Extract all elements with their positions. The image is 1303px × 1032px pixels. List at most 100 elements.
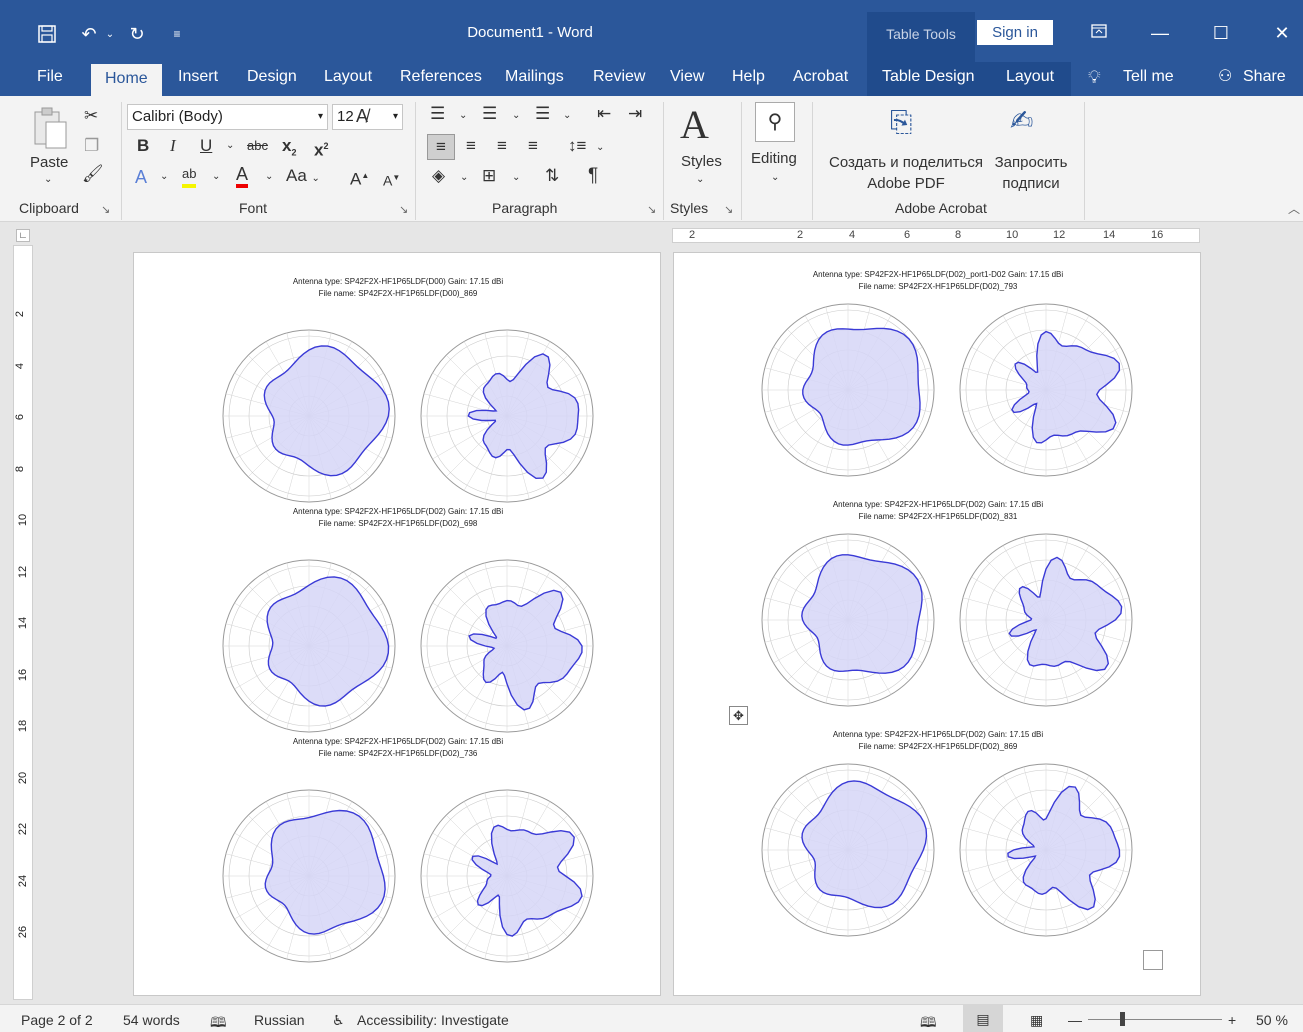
maximize-icon[interactable]: ☐ [1206,20,1236,46]
show-formatting-icon[interactable]: ¶ [588,166,598,186]
tab-review[interactable]: Review [593,62,645,96]
tab-layout[interactable]: Layout [324,62,372,96]
polar-pattern-plot[interactable] [214,321,404,511]
sort-icon[interactable]: ⇅ [545,166,559,186]
accessibility-status[interactable]: Accessibility: Investigate [357,1012,509,1028]
line-spacing-icon[interactable]: ↕≡ [568,136,586,156]
align-left-icon[interactable]: ≡ [427,134,455,160]
borders-icon[interactable]: ⊞ [482,166,496,186]
close-icon[interactable]: ✕ [1267,20,1297,46]
polar-pattern-plot[interactable] [753,755,943,945]
grow-font-icon[interactable]: A▲ [350,166,369,190]
sign-in-button[interactable]: Sign in [977,20,1053,45]
language-status[interactable]: Russian [254,1012,305,1028]
polar-pattern-plot[interactable] [412,781,602,971]
page-1[interactable]: Antenna type: SP42F2X-HF1P65LDF(D00) Gai… [133,252,661,996]
polar-pattern-plot[interactable] [214,781,404,971]
underline-icon[interactable]: U [200,136,212,156]
paste-dropdown-icon[interactable]: ⌄ [44,174,52,185]
multilevel-list-icon[interactable]: ☰ [535,104,550,124]
paste-button[interactable]: Paste [30,154,68,171]
search-icon[interactable]: ⚲ [755,102,795,142]
align-right-icon[interactable]: ≡ [497,136,507,156]
vertical-ruler[interactable]: 2 4 6 8 10 12 14 16 18 20 22 24 26 [13,245,33,1000]
font-launcher-icon[interactable]: ↘ [399,203,408,216]
shading-icon[interactable]: ◈ [432,166,445,186]
zoom-slider-thumb[interactable] [1120,1012,1125,1026]
print-layout-icon[interactable]: ▤ [963,1005,1003,1032]
paragraph-launcher-icon[interactable]: ↘ [647,203,656,216]
minimize-icon[interactable]: — [1145,20,1175,46]
tab-table-layout[interactable]: Layout [1006,62,1054,96]
tab-home[interactable]: Home [91,64,162,96]
font-color-icon[interactable]: A [236,164,249,188]
tab-design[interactable]: Design [247,62,297,96]
polar-pattern-plot[interactable] [753,525,943,715]
share-icon[interactable]: ⚇ [1218,62,1232,96]
clear-formatting-icon[interactable]: A̸ [356,106,368,126]
polar-pattern-plot[interactable] [951,755,1141,945]
horizontal-ruler[interactable]: 2 2 4 6 8 10 12 14 16 [672,228,1200,243]
page-count[interactable]: Page 2 of 2 [21,1012,93,1028]
share-button[interactable]: Share [1243,62,1286,96]
proofing-icon[interactable]: 🕮︎ [210,1012,227,1032]
highlight-color-icon[interactable]: ab [182,164,197,188]
styles-button[interactable]: Styles [681,153,722,170]
web-layout-icon[interactable]: ▦ [1030,1012,1043,1029]
table-resize-handle[interactable] [1143,950,1163,970]
superscript-icon[interactable]: x2 [314,136,328,161]
tab-selector-icon[interactable]: ∟ [16,229,30,242]
zoom-level[interactable]: 50 % [1256,1012,1288,1028]
editing-dropdown-icon[interactable]: ⌄ [771,172,779,183]
underline-dropdown-icon[interactable]: ⌄ [226,136,234,156]
page-2[interactable]: Antenna type: SP42F2X-HF1P65LDF(D02)_por… [673,252,1201,996]
numbering-dropdown-icon[interactable]: ⌄ [512,106,520,126]
copy-icon[interactable]: ❐ [84,136,99,156]
text-effects-icon[interactable]: A [135,167,147,187]
font-color-dropdown-icon[interactable]: ⌄ [265,167,273,187]
tab-help[interactable]: Help [732,62,765,96]
zoom-slider[interactable] [1088,1019,1222,1020]
tell-me-search[interactable]: Tell me [1123,62,1174,96]
multilevel-dropdown-icon[interactable]: ⌄ [563,106,571,126]
increase-indent-icon[interactable]: ⇥ [628,104,642,124]
strikethrough-icon[interactable]: abc [247,136,268,156]
zoom-out-icon[interactable]: — [1068,1012,1082,1028]
bold-icon[interactable]: B [137,136,149,156]
decrease-indent-icon[interactable]: ⇤ [597,104,611,124]
tab-table-design[interactable]: Table Design [882,62,975,96]
tab-file[interactable]: File [37,62,63,96]
word-count[interactable]: 54 words [123,1012,180,1028]
polar-pattern-plot[interactable] [412,551,602,741]
tab-insert[interactable]: Insert [178,62,218,96]
zoom-in-icon[interactable]: + [1228,1012,1236,1028]
paste-icon[interactable] [32,106,68,154]
align-center-icon[interactable]: ≡ [466,136,476,156]
collapse-ribbon-icon[interactable]: ︿ [1288,200,1300,217]
table-move-handle-icon[interactable]: ✥ [729,706,748,725]
tab-references[interactable]: References [400,62,482,96]
ribbon-display-options-icon[interactable] [1084,20,1114,46]
clipboard-launcher-icon[interactable]: ↘ [101,203,110,216]
request-signatures-button[interactable]: Запросить подписи [988,154,1074,192]
change-case-button[interactable]: Aa ⌄ [286,166,320,189]
styles-icon[interactable]: A [680,102,709,148]
bullets-icon[interactable]: ☰ [430,104,445,124]
tab-mailings[interactable]: Mailings [505,62,564,96]
tab-acrobat[interactable]: Acrobat [793,62,848,96]
shading-dropdown-icon[interactable]: ⌄ [460,168,468,188]
line-spacing-dropdown-icon[interactable]: ⌄ [596,138,604,158]
styles-dropdown-icon[interactable]: ⌄ [696,174,704,185]
font-name-select[interactable]: Calibri (Body) ▾ [127,104,328,130]
editing-button[interactable]: Editing [751,150,797,167]
tab-view[interactable]: View [670,62,704,96]
accessibility-icon[interactable]: ♿︎ [332,1012,345,1029]
highlight-dropdown-icon[interactable]: ⌄ [212,167,220,187]
polar-pattern-plot[interactable] [951,525,1141,715]
numbering-icon[interactable]: ☰ [482,104,497,124]
format-painter-icon[interactable]: 🖌︎ [82,164,104,184]
text-effects-dropdown-icon[interactable]: ⌄ [160,167,168,187]
justify-icon[interactable]: ≡ [528,136,538,156]
read-mode-icon[interactable]: 🕮︎ [920,1012,937,1032]
cut-icon[interactable]: ✂ [84,106,98,126]
